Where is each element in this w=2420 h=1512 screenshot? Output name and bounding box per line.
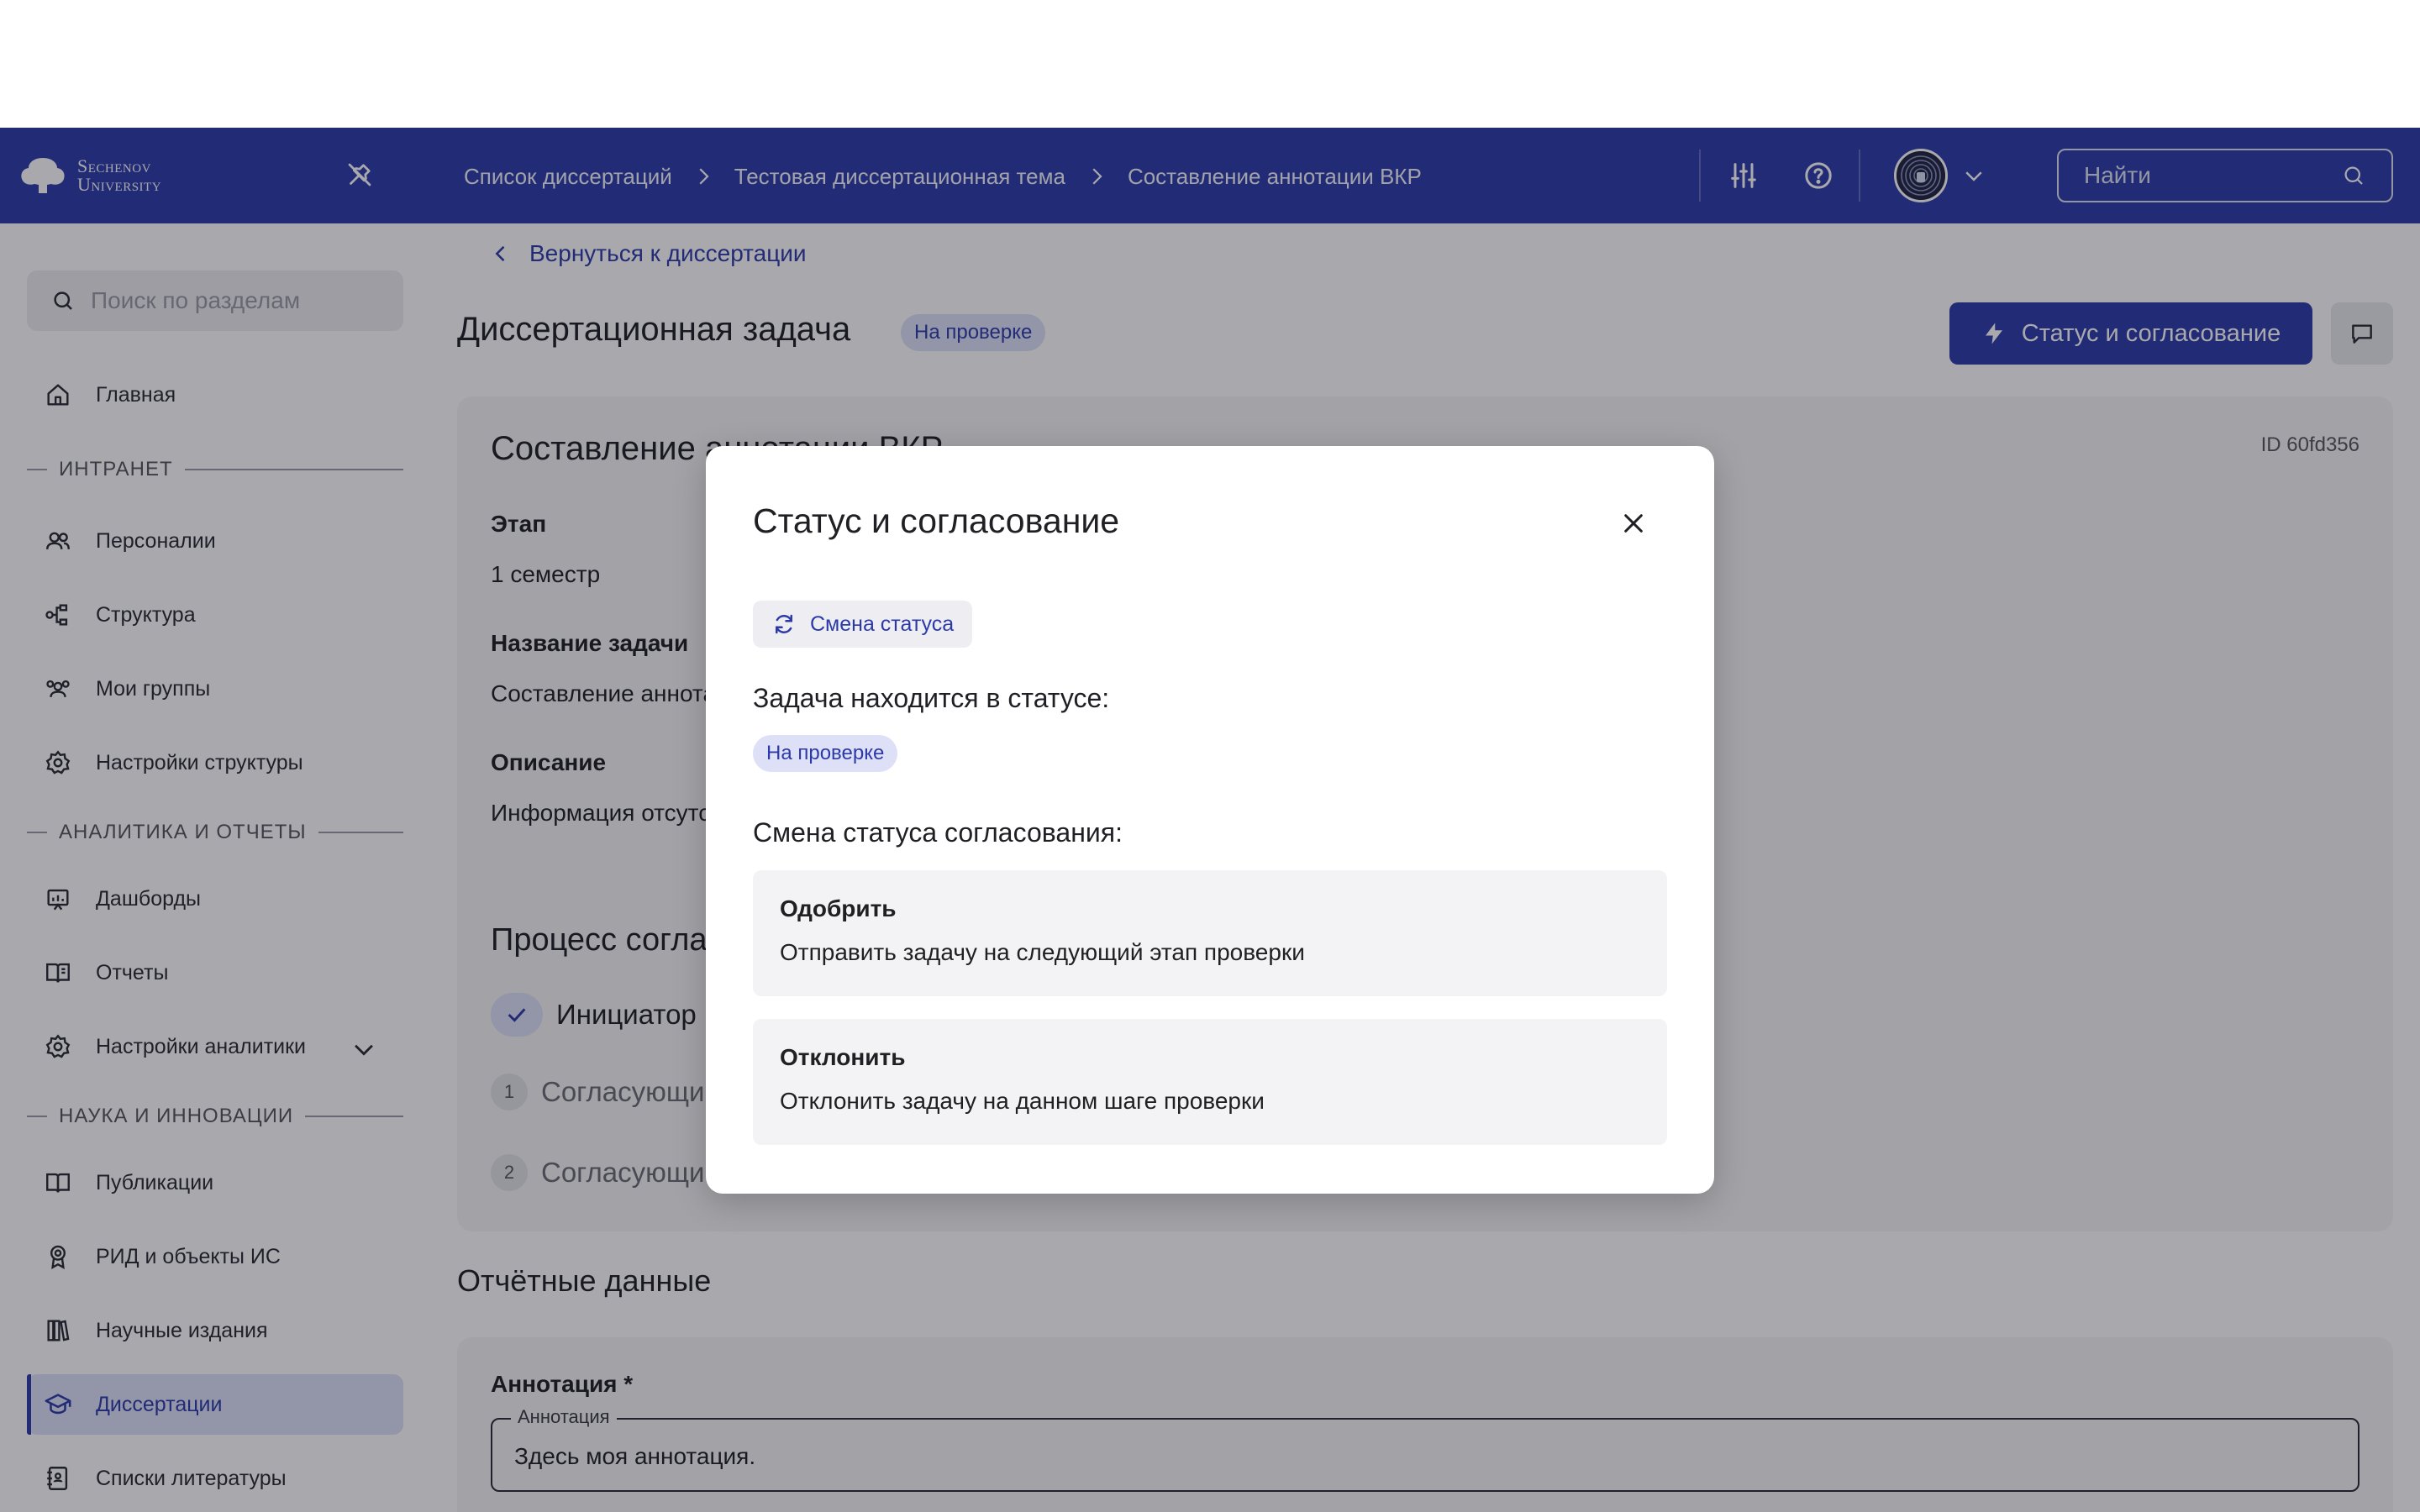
approve-option-description: Отправить задачу на следующий этап прове… <box>780 939 1305 965</box>
reject-option-title: Отклонить <box>780 1044 906 1070</box>
current-status-heading: Задача находится в статусе: <box>753 683 1110 713</box>
approve-option[interactable]: Одобрить Отправить задачу на следующий э… <box>753 870 1667 996</box>
change-status-tab-label: Смена статуса <box>810 612 955 636</box>
close-icon[interactable] <box>1620 510 1647 537</box>
approve-option-title: Одобрить <box>780 895 897 921</box>
reject-option[interactable]: Отклонить Отклонить задачу на данном шаг… <box>753 1019 1667 1145</box>
change-status-heading: Смена статуса согласования: <box>753 817 1123 848</box>
status-approval-dialog: Статус и согласование Смена статуса Зада… <box>706 446 1714 1194</box>
top-blank-area <box>0 0 2420 128</box>
change-status-tab[interactable]: Смена статуса <box>753 601 973 648</box>
dialog-title: Статус и согласование <box>753 501 1120 540</box>
current-status-badge: На проверке <box>753 735 898 772</box>
reject-option-description: Отклонить задачу на данном шаге проверки <box>780 1088 1265 1114</box>
refresh-icon <box>776 614 792 634</box>
